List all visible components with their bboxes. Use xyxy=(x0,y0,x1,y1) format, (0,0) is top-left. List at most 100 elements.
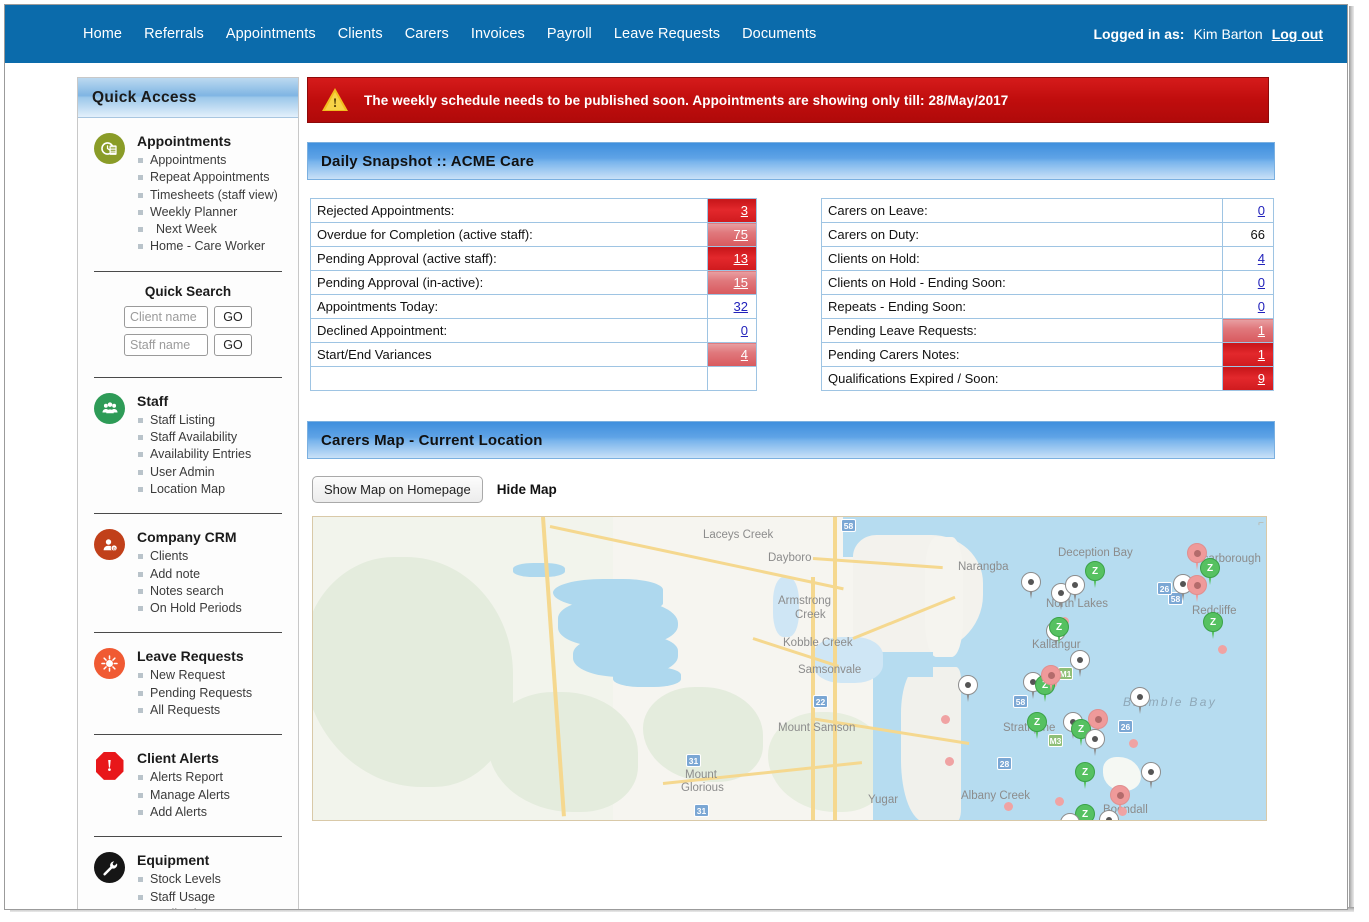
nav-referrals[interactable]: Referrals xyxy=(144,26,204,42)
map-marker-pin[interactable]: Z xyxy=(1203,612,1223,639)
map-client-dot[interactable] xyxy=(945,757,954,766)
value-link[interactable]: 0 xyxy=(741,323,748,338)
map-marker-pin[interactable] xyxy=(1041,665,1061,692)
map-marker-pin[interactable] xyxy=(1187,543,1207,570)
sidebar-link-repeat-appointments[interactable]: Repeat Appointments xyxy=(137,169,278,186)
nav-leave-requests[interactable]: Leave Requests xyxy=(614,26,720,42)
sidebar-link-add-alerts[interactable]: Add Alerts xyxy=(137,804,230,821)
row-label: Clients on Hold - Ending Soon: xyxy=(822,271,1223,295)
value-link[interactable]: 75 xyxy=(734,227,748,242)
client-search-go-button[interactable]: GO xyxy=(214,306,252,328)
map-marker-pin[interactable] xyxy=(1021,572,1041,599)
sidebar-link-clients[interactable]: Clients xyxy=(137,548,242,565)
map-marker-pin[interactable] xyxy=(958,675,978,702)
row-value[interactable]: 0 xyxy=(708,319,757,343)
row-value[interactable]: 32 xyxy=(708,295,757,319)
value-link[interactable]: 13 xyxy=(734,251,748,266)
sidebar-link-staff-availability[interactable]: Staff Availability xyxy=(137,429,251,446)
nav-invoices[interactable]: Invoices xyxy=(471,26,525,42)
row-value[interactable]: 1 xyxy=(1223,319,1274,343)
hide-map-link[interactable]: Hide Map xyxy=(497,482,557,497)
staff-name-input[interactable] xyxy=(124,334,208,356)
row-value[interactable]: 3 xyxy=(708,199,757,223)
value-link[interactable]: 9 xyxy=(1258,371,1265,386)
value-link[interactable]: 4 xyxy=(741,347,748,362)
map-marker-pin[interactable] xyxy=(1060,813,1080,821)
map-marker-pin[interactable] xyxy=(1070,650,1090,677)
map-client-dot[interactable] xyxy=(1055,797,1064,806)
map-marker-pin[interactable]: Z xyxy=(1075,762,1095,789)
show-map-on-homepage-button[interactable]: Show Map on Homepage xyxy=(312,476,483,503)
map-marker-pin[interactable] xyxy=(1085,729,1105,756)
map-marker-pin[interactable] xyxy=(1110,785,1130,812)
sidebar-link-on-hold-periods[interactable]: On Hold Periods xyxy=(137,600,242,617)
row-value[interactable]: 75 xyxy=(708,223,757,247)
sidebar-link-staff-listing[interactable]: Staff Listing xyxy=(137,412,251,429)
sidebar-link-timesheets[interactable]: Timesheets (staff view) xyxy=(137,187,278,204)
value-link[interactable]: 0 xyxy=(1258,275,1265,290)
sidebar-link-home-care-worker[interactable]: Home - Care Worker xyxy=(137,238,278,255)
map-marker-pin[interactable] xyxy=(1141,762,1161,789)
sidebar-link-new-request[interactable]: New Request xyxy=(137,667,252,684)
value-link[interactable]: 0 xyxy=(1258,203,1265,218)
sidebar-link-next-week[interactable]: Next Week xyxy=(137,221,278,238)
map-marker-head xyxy=(1110,785,1130,805)
value-link[interactable]: 1 xyxy=(1258,323,1265,338)
main-content: ! The weekly schedule needs to be publis… xyxy=(307,77,1275,821)
sidebar-link-stock-levels[interactable]: Stock Levels xyxy=(137,871,221,888)
sidebar-link-all-requests[interactable]: All Requests xyxy=(137,702,252,719)
sidebar-link-location-map[interactable]: Location Map xyxy=(137,481,251,498)
sidebar-link-staff-usage[interactable]: Staff Usage xyxy=(137,889,221,906)
nav-appointments[interactable]: Appointments xyxy=(226,26,316,42)
value-link[interactable]: 0 xyxy=(1258,299,1265,314)
value-link[interactable]: 1 xyxy=(1258,347,1265,362)
sidebar-link-manage-alerts[interactable]: Manage Alerts xyxy=(137,787,230,804)
carers-map[interactable]: ⌐ Laceys CreekDayboroNarangbaDeception B… xyxy=(312,516,1267,821)
sidebar-link-medications[interactable]: Medications xyxy=(137,906,221,910)
map-marker-pin[interactable]: Z xyxy=(1085,561,1105,588)
client-name-input[interactable] xyxy=(124,306,208,328)
row-value[interactable]: 0 xyxy=(1223,199,1274,223)
sidebar-link-weekly-planner[interactable]: Weekly Planner xyxy=(137,204,278,221)
sidebar-link-alerts-report[interactable]: Alerts Report xyxy=(137,769,230,786)
nav-payroll[interactable]: Payroll xyxy=(547,26,592,42)
map-client-dot[interactable] xyxy=(941,715,950,724)
map-client-dot[interactable] xyxy=(1218,645,1227,654)
nav-clients[interactable]: Clients xyxy=(338,26,383,42)
value-link[interactable]: 3 xyxy=(741,203,748,218)
row-value[interactable]: 13 xyxy=(708,247,757,271)
logout-link[interactable]: Log out xyxy=(1272,26,1323,42)
map-marker-pin[interactable] xyxy=(1187,575,1207,602)
value-link[interactable]: 32 xyxy=(734,299,748,314)
sidebar-link-add-note[interactable]: Add note xyxy=(137,566,242,583)
row-value[interactable]: 0 xyxy=(1223,271,1274,295)
map-client-dot[interactable] xyxy=(1129,739,1138,748)
map-marker-pin[interactable] xyxy=(1099,810,1119,821)
row-value[interactable]: 0 xyxy=(1223,295,1274,319)
row-value[interactable]: 4 xyxy=(708,343,757,367)
nav-home[interactable]: Home xyxy=(83,26,122,42)
sidebar-link-user-admin[interactable]: User Admin xyxy=(137,464,251,481)
map-marker-pin[interactable] xyxy=(1130,687,1150,714)
map-marker-pin[interactable] xyxy=(1065,575,1085,602)
map-marker-pin[interactable]: Z xyxy=(1049,617,1069,644)
row-value[interactable]: 9 xyxy=(1223,367,1274,391)
sidebar-link-appointments[interactable]: Appointments xyxy=(137,152,278,169)
value-link[interactable]: 15 xyxy=(734,275,748,290)
map-marker-pin[interactable]: Z xyxy=(1027,712,1047,739)
map-road-shield: 26 xyxy=(1118,720,1133,733)
map-attribution-corner: ⌐ xyxy=(1258,518,1264,529)
map-marker-head: Z xyxy=(1027,712,1047,732)
row-value[interactable]: 15 xyxy=(708,271,757,295)
nav-carers[interactable]: Carers xyxy=(405,26,449,42)
sidebar-link-availability-entries[interactable]: Availability Entries xyxy=(137,446,251,463)
row-value[interactable]: 4 xyxy=(1223,247,1274,271)
row-value[interactable]: 1 xyxy=(1223,343,1274,367)
sidebar-section-client-alerts: ! Client Alerts Alerts Report Manage Ale… xyxy=(78,735,298,825)
nav-documents[interactable]: Documents xyxy=(742,26,816,42)
staff-search-go-button[interactable]: GO xyxy=(214,334,252,356)
sidebar-link-pending-requests[interactable]: Pending Requests xyxy=(137,685,252,702)
map-client-dot[interactable] xyxy=(1004,802,1013,811)
sidebar-link-notes-search[interactable]: Notes search xyxy=(137,583,242,600)
value-link[interactable]: 4 xyxy=(1258,251,1265,266)
